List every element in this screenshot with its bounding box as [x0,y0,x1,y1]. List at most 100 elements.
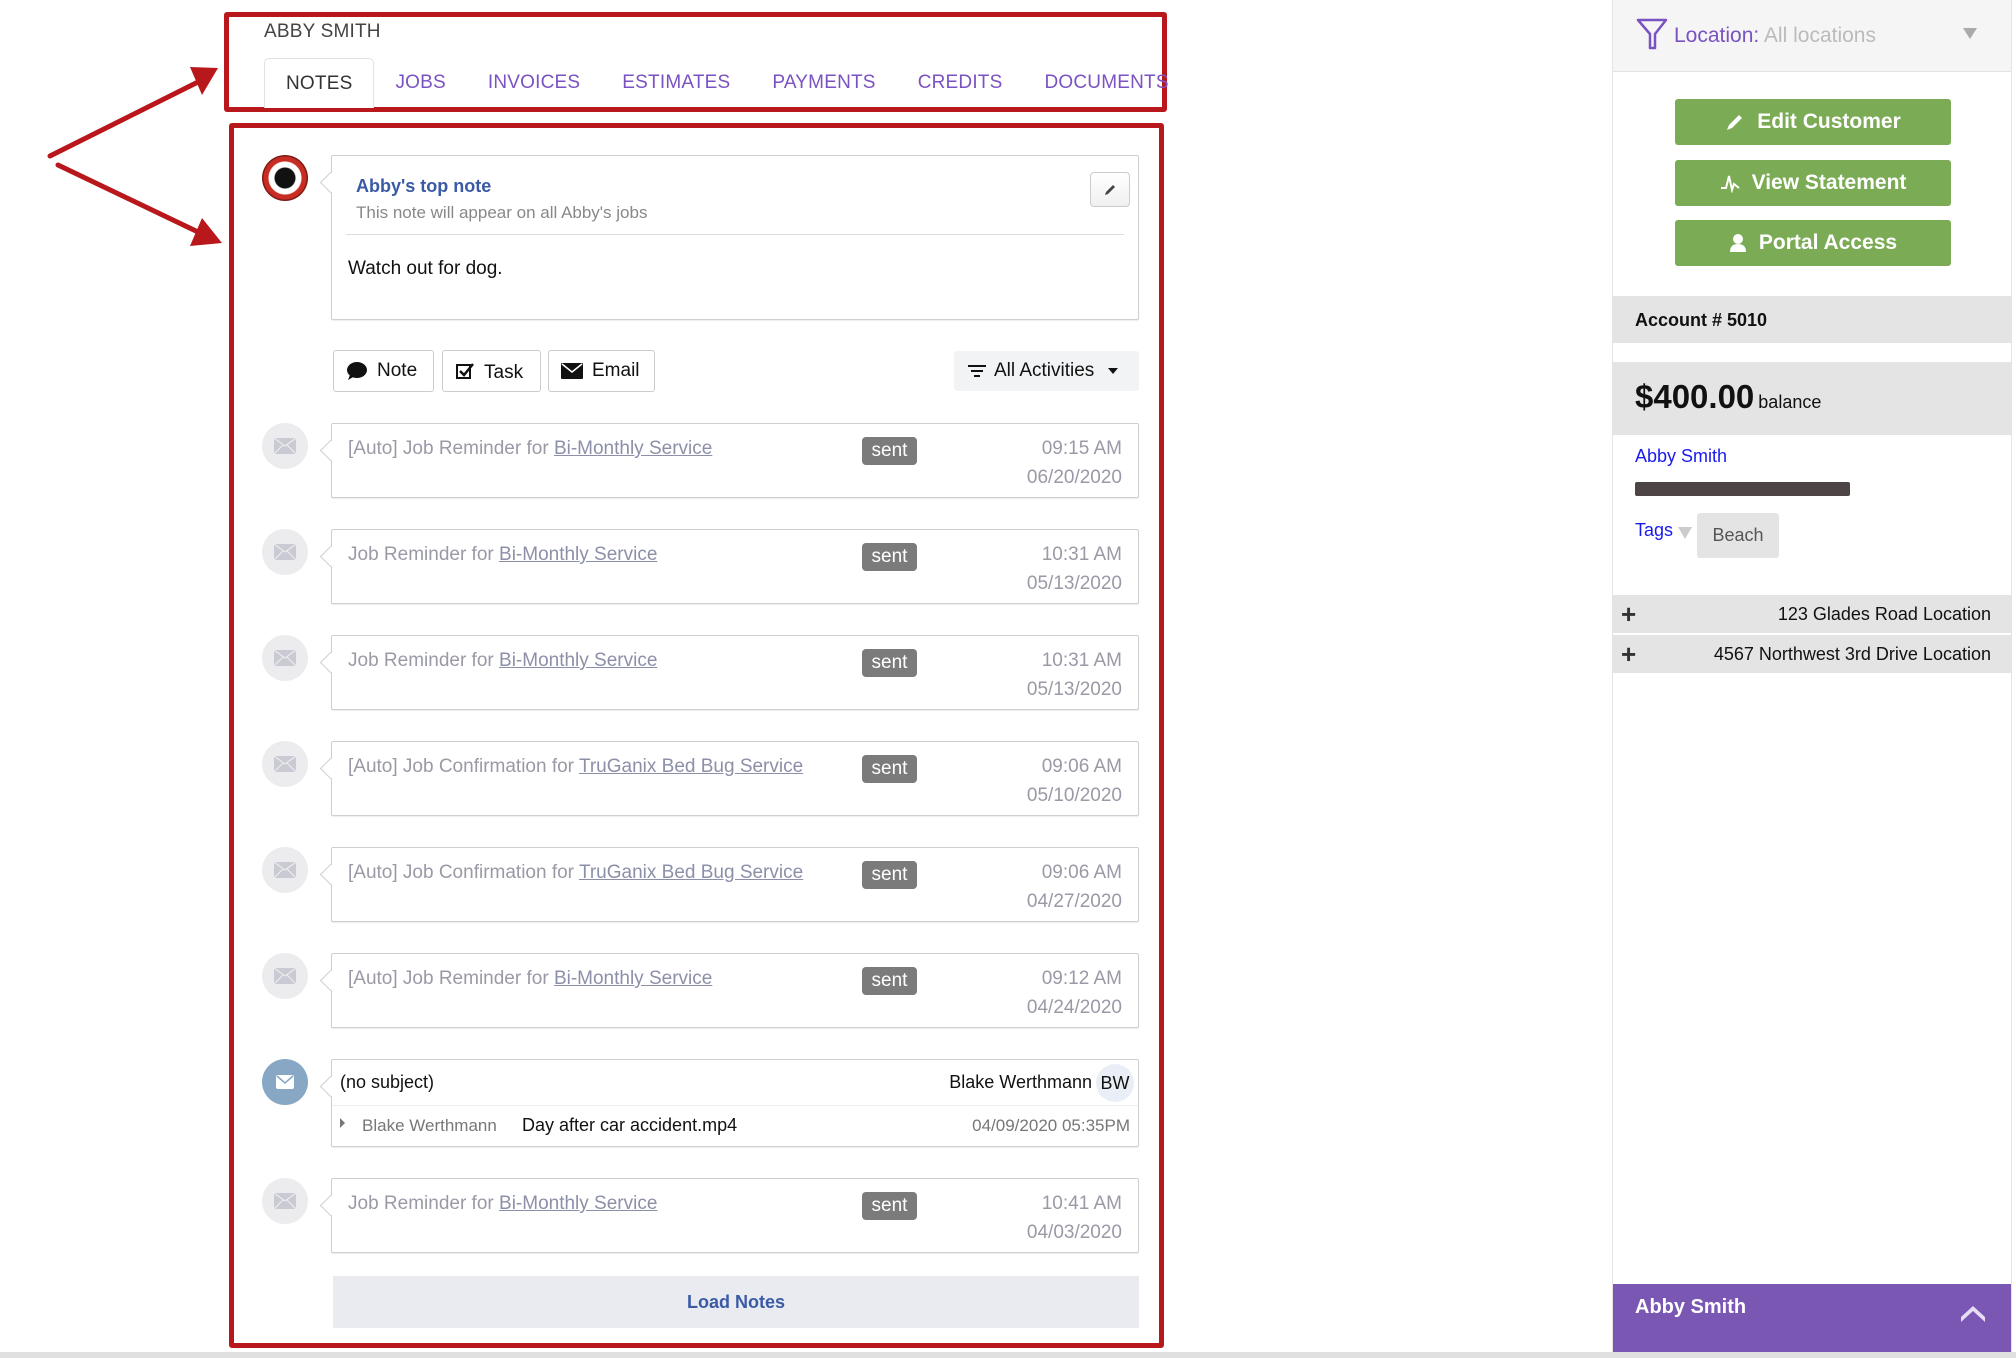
email-thread-icon [262,1059,308,1105]
email-from: Blake Werthmann [949,1072,1092,1092]
activity-row[interactable]: Job Reminder for Bi-Monthly Service sent 1… [331,1178,1139,1253]
email-thread-card[interactable]: (no subject) Blake Werthmann BW Blake We… [331,1059,1139,1147]
divider [346,234,1124,235]
envelope-icon [262,635,308,681]
customer-name-heading: ABBY SMITH [264,21,381,42]
service-link[interactable]: Bi-Monthly Service [554,438,712,459]
tab-payments[interactable]: PAYMENTS [751,58,896,108]
activity-title: [Auto] Job Confirmation for TruGanix Bed… [348,752,808,781]
activity-timestamp: 09:15 AM 06/20/2020 [1027,434,1122,492]
service-link[interactable]: Bi-Monthly Service [499,650,657,671]
activity-pulse-icon [1720,175,1740,193]
tag-chip[interactable]: Beach [1697,513,1779,558]
location-name: 4567 Northwest 3rd Drive Location [1713,643,1991,664]
load-notes-button[interactable]: Load Notes [333,1276,1139,1328]
redacted-email [1635,482,1850,496]
activity-row[interactable]: Job Reminder for Bi-Monthly Service sent 1… [331,529,1139,604]
pencil-icon [1727,115,1743,130]
expand-caret-icon[interactable] [340,1118,345,1128]
caret-down-icon[interactable] [1678,527,1692,539]
top-note-body: Watch out for dog. [348,258,503,279]
activity-prefix: [Auto] Job Confirmation for [348,756,579,777]
activity-time: 10:41 AM [1041,1193,1122,1214]
service-link[interactable]: Bi-Monthly Service [499,1193,657,1214]
activity-prefix: Job Reminder for [348,1193,500,1214]
tab-invoices[interactable]: INVOICES [467,58,601,108]
view-statement-button[interactable]: View Statement [1675,160,1951,206]
activity-row[interactable]: [Auto] Job Confirmation for TruGanix Bed… [331,847,1139,922]
annotation-arrows [47,67,222,246]
user-icon [1729,234,1746,252]
plus-icon[interactable]: + [1621,639,1641,670]
activity-title: [Auto] Job Reminder for Bi-Monthly Servi… [348,434,808,463]
activity-prefix: [Auto] Job Reminder for [348,968,554,989]
tab-estimates[interactable]: ESTIMATES [601,58,751,108]
envelope-icon [561,363,583,379]
activity-row[interactable]: [Auto] Job Reminder for Bi-Monthly Servi… [331,423,1139,498]
add-task-button[interactable]: Task [442,350,541,392]
avatar: BW [1096,1064,1134,1102]
customer-name-link[interactable]: Abby Smith [1635,446,1727,467]
envelope-icon [262,529,308,575]
activity-timestamp: 09:06 AM 05/10/2020 [1027,752,1122,810]
tab-documents[interactable]: DOCUMENTS [1023,58,1189,108]
plus-icon[interactable]: + [1621,599,1641,630]
portal-access-button[interactable]: Portal Access [1675,220,1951,266]
activity-row[interactable]: [Auto] Job Reminder for Bi-Monthly Servi… [331,953,1139,1028]
status-badge: sent [862,967,917,995]
service-link[interactable]: TruGanix Bed Bug Service [579,756,803,777]
balance-label: balance [1758,392,1822,412]
send-email-button[interactable]: Email [548,350,655,392]
location-row[interactable]: + 4567 Northwest 3rd Drive Location [1613,635,2011,673]
location-filter[interactable]: Location: All locations [1613,0,2011,72]
service-link[interactable]: Bi-Monthly Service [554,968,712,989]
location-value: All locations [1763,24,1876,47]
activity-row[interactable]: Job Reminder for Bi-Monthly Service sent 1… [331,635,1139,710]
filter-label: All Activities [994,360,1095,381]
activity-prefix: [Auto] Job Confirmation for [348,862,579,883]
activity-title: Job Reminder for Bi-Monthly Service [348,1189,808,1218]
activity-filter-dropdown[interactable]: All Activities [954,351,1139,391]
activity-date: 04/24/2020 [1026,997,1122,1018]
activity-title: Job Reminder for Bi-Monthly Service [348,646,808,675]
activity-time: 09:12 AM [1041,968,1122,989]
location-row[interactable]: + 123 Glades Road Location [1613,595,2011,633]
email-label: Email [592,360,640,381]
status-badge: sent [862,649,917,677]
top-note-subtitle: This note will appear on all Abby's jobs [356,203,648,222]
pencil-icon [1105,184,1115,195]
customer-chat-bar[interactable]: Abby Smith [1613,1284,2011,1352]
activity-prefix: [Auto] Job Reminder for [348,438,554,459]
envelope-icon [262,423,308,469]
activity-time: 10:31 AM [1041,650,1122,671]
status-badge: sent [862,755,917,783]
activity-prefix: Job Reminder for [348,544,500,565]
email-attachment[interactable]: Day after car accident.mp4 [522,1115,737,1136]
tab-notes[interactable]: NOTES [264,58,375,108]
chevron-up-icon[interactable] [1959,1306,1987,1324]
activity-time: 09:06 AM [1041,756,1122,777]
page-bottom-border [0,1352,2016,1358]
tab-credits[interactable]: CREDITS [897,58,1024,108]
edit-customer-button[interactable]: Edit Customer [1675,99,1951,145]
activity-prefix: Job Reminder for [348,650,500,671]
email-datetime: 04/09/2020 05:35PM [972,1116,1130,1135]
top-note-title: Abby's top note [356,176,492,196]
activity-date: 05/10/2020 [1026,785,1122,806]
envelope-icon [262,741,308,787]
filter-lines-icon [968,365,986,377]
status-badge: sent [862,543,917,571]
balance-section: $400.00 balance [1613,362,2011,435]
tab-bar: NOTES JOBS INVOICES ESTIMATES PAYMENTS C… [264,58,1190,108]
envelope-icon [262,847,308,893]
portal-access-label: Portal Access [1758,231,1898,254]
add-note-button[interactable]: Note [333,350,434,392]
service-link[interactable]: Bi-Monthly Service [499,544,657,565]
tab-jobs[interactable]: JOBS [374,58,466,108]
activity-date: 06/20/2020 [1026,467,1122,488]
location-label: Location: [1674,24,1760,47]
service-link[interactable]: TruGanix Bed Bug Service [579,862,803,883]
edit-note-button[interactable] [1090,172,1130,207]
activity-row[interactable]: [Auto] Job Confirmation for TruGanix Bed… [331,741,1139,816]
tags-dropdown[interactable]: Tags [1635,520,1673,541]
